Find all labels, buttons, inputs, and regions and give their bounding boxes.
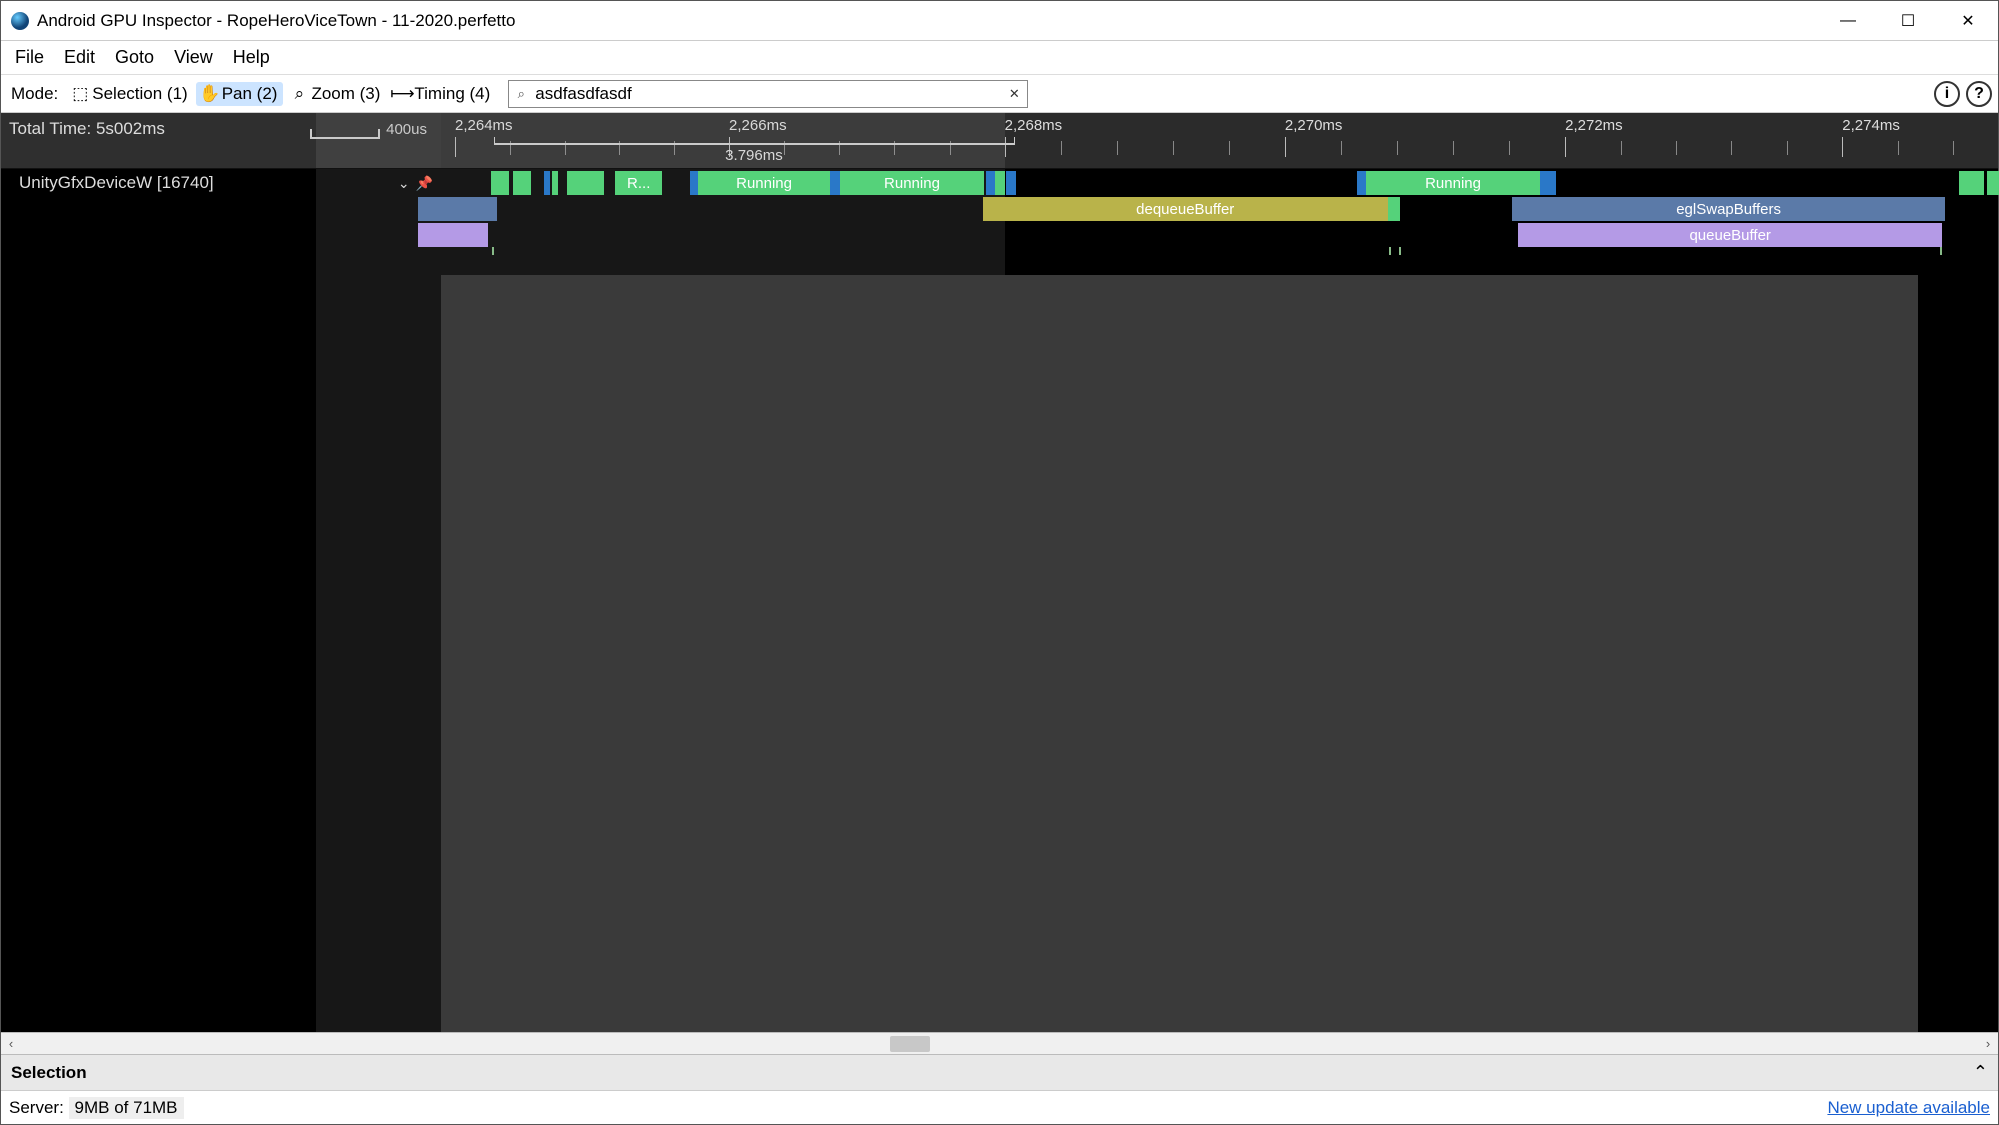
collapse-icon[interactable]: ⌄: [398, 175, 410, 1032]
timeline-segment[interactable]: [567, 171, 604, 195]
menu-file[interactable]: File: [5, 43, 54, 72]
track-area[interactable]: R...RunningRunningRunningR...dequeueBuff…: [441, 169, 1998, 1032]
toolbar: Mode: ⬚Selection (1)✋Pan (2)⌕Zoom (3)⟼Ti…: [1, 75, 1998, 113]
minimize-button[interactable]: —: [1818, 1, 1878, 41]
statusbar: Server: 9MB of 71MB New update available: [1, 1090, 1998, 1124]
timeline-segment[interactable]: [1959, 171, 1984, 195]
update-link[interactable]: New update available: [1827, 1098, 1990, 1118]
timeline-segment[interactable]: [690, 171, 698, 195]
measure-label: 3.796ms: [725, 147, 783, 164]
timeline-ruler[interactable]: Total Time: 5s002ms 400us 2,264ms 2,266ms…: [1, 113, 1998, 169]
timeline-segment[interactable]: [1357, 171, 1366, 195]
help-button[interactable]: ?: [1966, 81, 1992, 107]
timeline-segment[interactable]: Running: [1366, 171, 1540, 195]
timeline-segment[interactable]: [995, 171, 1004, 195]
ruler-tick-label: 2,270ms: [1285, 117, 1343, 134]
scroll-right-icon[interactable]: ›: [1978, 1036, 1998, 1051]
pan-icon: ✋: [202, 86, 218, 102]
timeline-segment[interactable]: R...: [615, 171, 662, 195]
search-field[interactable]: ⌕ ✕: [508, 80, 1028, 108]
timeline-segment[interactable]: Running: [698, 171, 830, 195]
timeline-segment[interactable]: queueBuffer: [1518, 223, 1942, 247]
horizontal-scrollbar[interactable]: ‹ ›: [1, 1032, 1998, 1054]
timeline[interactable]: Total Time: 5s002ms 400us 2,264ms 2,266ms…: [1, 113, 1998, 1032]
timing-mode-button[interactable]: ⟼Timing (4): [388, 82, 496, 106]
pan-mode-button[interactable]: ✋Pan (2): [196, 82, 284, 106]
menu-view[interactable]: View: [164, 43, 223, 72]
timeline-segment[interactable]: [1540, 171, 1556, 195]
timeline-segment[interactable]: [491, 171, 510, 195]
timeline-segment[interactable]: [418, 197, 497, 221]
chevron-up-icon[interactable]: ⌃: [1973, 1062, 1988, 1083]
timing-icon: ⟼: [394, 86, 410, 102]
ruler-tick-label: 2,274ms: [1842, 117, 1900, 134]
window-title: Android GPU Inspector - RopeHeroViceTown…: [37, 11, 515, 31]
ruler-tick-label: 2,268ms: [1005, 117, 1063, 134]
ruler-tick-label: 2,272ms: [1565, 117, 1623, 134]
info-button[interactable]: i: [1934, 81, 1960, 107]
ruler-tick-label: 2,266ms: [729, 117, 787, 134]
pin-icon[interactable]: 📌: [416, 175, 433, 1032]
maximize-button[interactable]: ☐: [1878, 1, 1938, 41]
timeline-segment[interactable]: eglSwapBuffers: [1512, 197, 1945, 221]
menubar: FileEditGotoViewHelp: [1, 41, 1998, 75]
ruler-tick-label: 2,264ms: [455, 117, 513, 134]
total-time: Total Time: 5s002ms: [9, 119, 165, 138]
server-label: Server:: [9, 1098, 64, 1118]
timeline-segment[interactable]: [513, 171, 532, 195]
timeline-body[interactable]: UnityGfxDeviceW [16740] ⌄ 📌 R... Running R…: [1, 169, 1998, 1032]
menu-help[interactable]: Help: [223, 43, 280, 72]
clear-search-icon[interactable]: ✕: [1001, 86, 1027, 102]
selection-panel[interactable]: Selection ⌃: [1, 1054, 1998, 1090]
scale-indicator: 400us: [310, 121, 427, 138]
timeline-segment[interactable]: [1006, 171, 1015, 195]
close-button[interactable]: ✕: [1938, 1, 1998, 41]
timeline-segment[interactable]: [552, 171, 558, 195]
memory-usage: 9MB of 71MB: [69, 1097, 184, 1119]
selection-icon: ⬚: [72, 86, 88, 102]
zoom-icon: ⌕: [291, 86, 307, 102]
search-input[interactable]: [533, 81, 1001, 107]
zoom-mode-button[interactable]: ⌕Zoom (3): [285, 82, 386, 106]
timeline-segment[interactable]: [1388, 197, 1400, 221]
search-icon: ⌕: [509, 86, 533, 102]
mode-label: Mode:: [7, 84, 62, 104]
timeline-segment[interactable]: [1987, 171, 1999, 195]
track-name: UnityGfxDeviceW [16740]: [19, 173, 398, 1032]
timeline-segment[interactable]: Running: [840, 171, 985, 195]
scroll-left-icon[interactable]: ‹: [1, 1036, 21, 1051]
menu-edit[interactable]: Edit: [54, 43, 105, 72]
app-icon: [11, 12, 29, 30]
timeline-segment[interactable]: [830, 171, 839, 195]
empty-area: [441, 275, 1918, 1032]
selection-mode-button[interactable]: ⬚Selection (1): [66, 82, 193, 106]
selection-panel-title: Selection: [11, 1063, 87, 1083]
timeline-segment[interactable]: [986, 171, 995, 195]
timeline-segment[interactable]: dequeueBuffer: [983, 197, 1388, 221]
menu-goto[interactable]: Goto: [105, 43, 164, 72]
app-window: Android GPU Inspector - RopeHeroViceTown…: [0, 0, 1999, 1125]
timeline-segment[interactable]: [544, 171, 550, 195]
track-header[interactable]: UnityGfxDeviceW [16740] ⌄ 📌: [1, 169, 441, 1032]
timeline-segment[interactable]: [418, 223, 488, 247]
scrollbar-thumb[interactable]: [890, 1036, 930, 1052]
titlebar: Android GPU Inspector - RopeHeroViceTown…: [1, 1, 1998, 41]
